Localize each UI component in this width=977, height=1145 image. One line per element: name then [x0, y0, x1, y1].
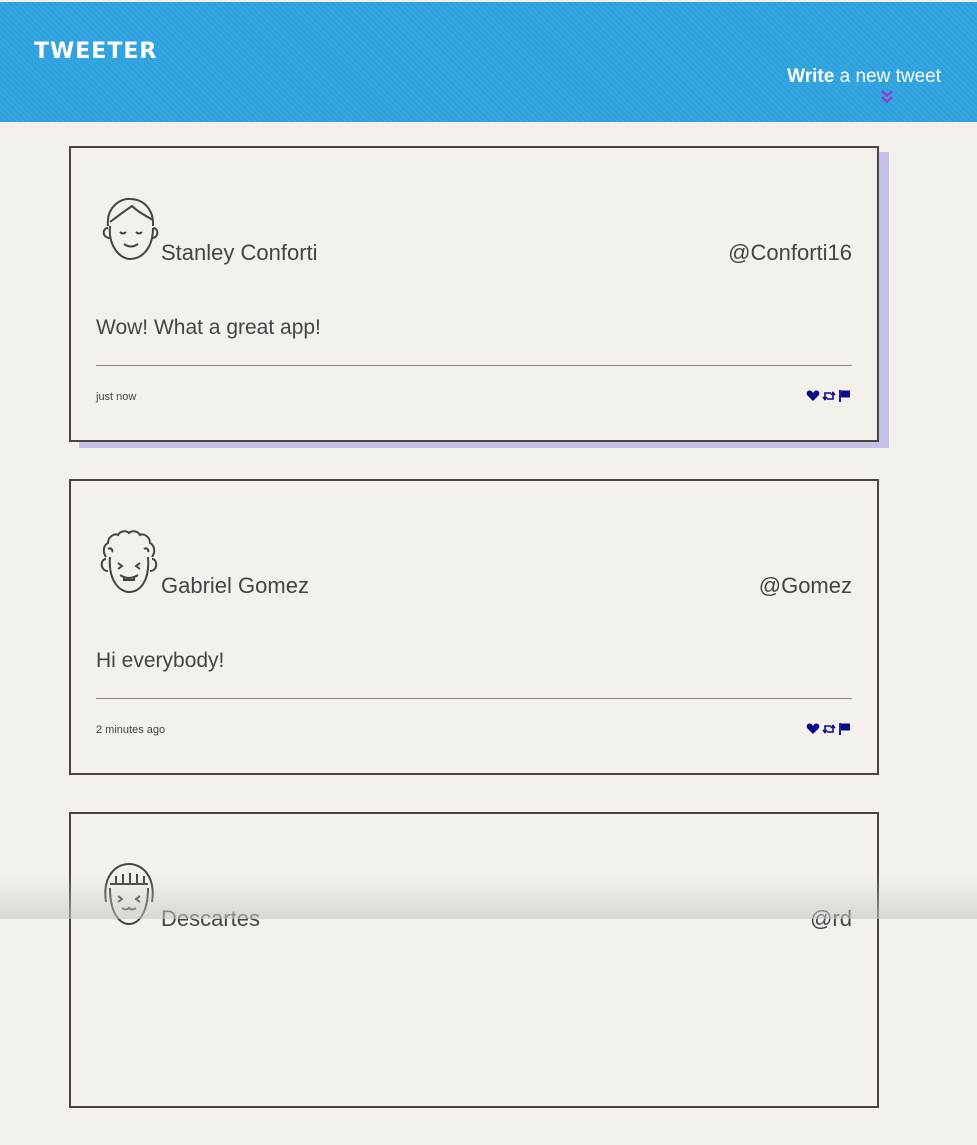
retweet-icon[interactable]	[822, 722, 836, 736]
tweet-content: Wow! What a great app!	[96, 316, 321, 339]
heart-icon[interactable]	[806, 722, 820, 736]
double-chevron-down-icon[interactable]	[880, 88, 894, 106]
tweet-divider	[96, 365, 852, 366]
tweet-author-handle: @Gomez	[758, 573, 852, 598]
tweet-author-name: Descartes	[161, 906, 261, 931]
girl-avatar-icon	[104, 862, 154, 926]
heart-icon[interactable]	[806, 389, 820, 403]
tweet-card: Stanley Conforti @Conforti16 Wow! What a…	[69, 146, 879, 442]
tweet-author-handle: @Conforti16	[728, 240, 852, 265]
retweet-icon[interactable]	[822, 389, 836, 403]
tweet-actions	[806, 722, 852, 736]
tweet-feed: Stanley Conforti @Conforti16 Wow! What a…	[69, 146, 879, 1145]
tweet-author-handle: @rd	[810, 906, 852, 931]
brand-logo[interactable]: TWEETER	[34, 39, 157, 64]
tweet-divider	[96, 698, 852, 699]
curly-hair-avatar-icon	[100, 530, 158, 594]
flag-icon[interactable]	[838, 722, 852, 736]
tweet-card: Gabriel Gomez @Gomez Hi everybody! 2 min…	[69, 479, 879, 775]
boy-avatar-icon	[102, 197, 159, 261]
tweet-timestamp: 2 minutes ago	[96, 724, 166, 736]
tweet-timestamp: just now	[96, 391, 137, 403]
tweet-content: Hi everybody!	[96, 649, 225, 672]
top-navbar: TWEETER Write a new tweet	[0, 2, 977, 122]
tweet-actions	[806, 389, 852, 403]
compose-label-rest: a new tweet	[834, 66, 941, 87]
tweet-author-name: Gabriel Gomez	[161, 573, 309, 598]
tweet-card: Descartes @rd	[69, 812, 879, 1108]
compose-label-bold: Write	[787, 66, 835, 87]
write-new-tweet-button[interactable]: Write a new tweet	[787, 66, 941, 88]
tweet-author-name: Stanley Conforti	[161, 240, 318, 265]
flag-icon[interactable]	[838, 389, 852, 403]
